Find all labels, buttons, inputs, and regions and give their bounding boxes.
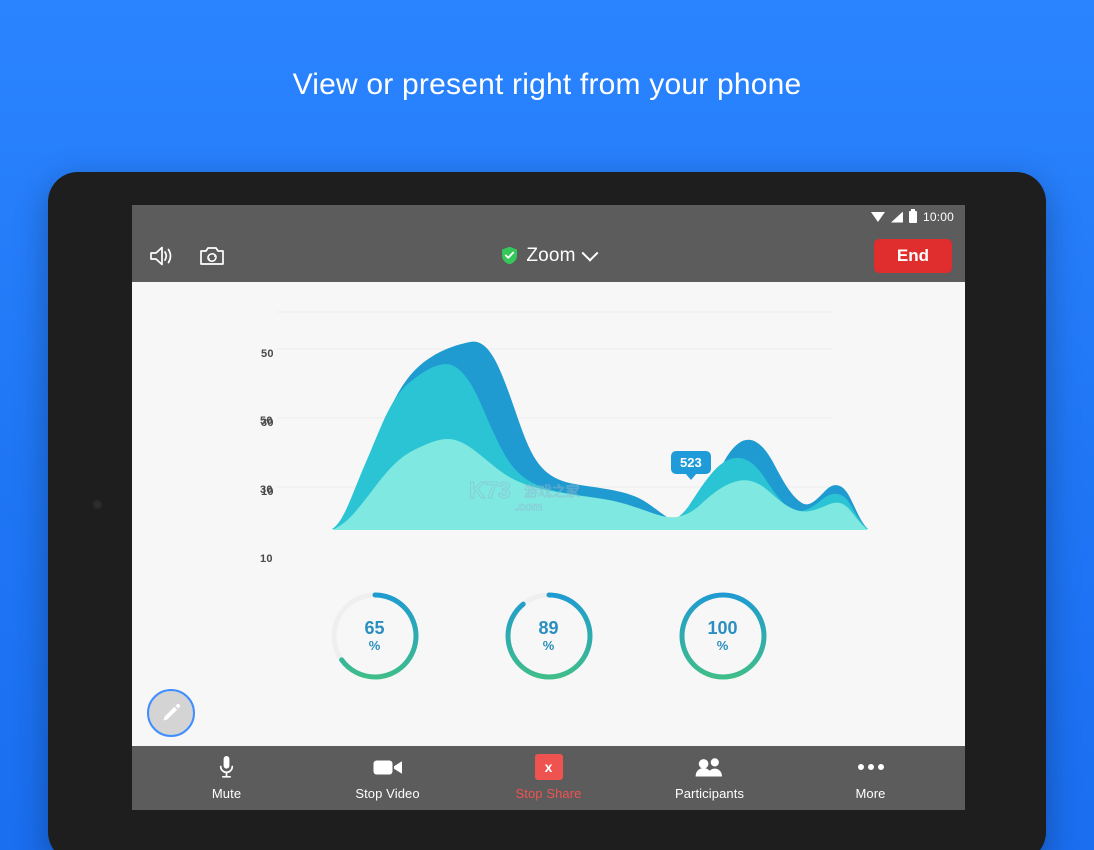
battery-icon xyxy=(908,209,917,223)
stop-share-icon: x xyxy=(534,754,563,780)
meeting-top-bar: Zoom End xyxy=(132,229,965,282)
toolbar-label: Participants xyxy=(674,786,745,801)
toolbar-item-stop-video[interactable]: Stop Video xyxy=(346,755,430,801)
area-chart: 50 30 10 xyxy=(132,282,965,565)
meeting-toolbar: Mute Stop Video x Stop Share Participant… xyxy=(132,746,965,810)
toolbar-label: More xyxy=(855,786,886,801)
gauge-value: 65 xyxy=(364,618,385,639)
microphone-icon xyxy=(218,755,235,779)
meeting-title-label: Zoom xyxy=(526,244,576,266)
tablet-device-frame: 10:00 Zoom End 50 30 10 50 30 10 K73 游戏之… xyxy=(48,172,1046,850)
y-axis-tick-10: 10 xyxy=(260,553,273,565)
gauge-unit: % xyxy=(542,637,555,653)
chevron-down-icon[interactable] xyxy=(581,244,599,262)
gauge-row: 65 % 89 % 100 % xyxy=(132,587,965,685)
area-series-light-aqua xyxy=(332,439,868,530)
gauge-100: 100 % xyxy=(674,587,772,685)
y-axis-label-50: 50 xyxy=(261,348,274,360)
end-meeting-button[interactable]: End xyxy=(873,238,952,273)
gauge-65: 65 % xyxy=(326,587,424,685)
gauge-value: 89 xyxy=(538,618,559,639)
toolbar-label: Mute xyxy=(211,786,242,801)
toolbar-label: Stop Share xyxy=(515,786,582,801)
gauge-unit: % xyxy=(368,637,381,653)
toolbar-item-mute[interactable]: Mute xyxy=(185,755,269,801)
shared-content-canvas: 50 30 10 50 30 10 K73 游戏之家 .com 523 65 %… xyxy=(132,282,965,746)
front-camera-dot xyxy=(92,499,103,510)
speaker-icon[interactable] xyxy=(145,241,177,271)
annotate-button[interactable] xyxy=(147,689,195,737)
toolbar-item-more[interactable]: More xyxy=(829,755,913,801)
switch-camera-icon[interactable] xyxy=(196,241,228,271)
toolbar-item-stop-share[interactable]: x Stop Share xyxy=(507,754,591,801)
toolbar-item-participants[interactable]: Participants xyxy=(668,755,752,801)
video-camera-icon xyxy=(373,755,403,779)
promo-headline: View or present right from your phone xyxy=(292,68,802,101)
shield-check-icon xyxy=(502,246,518,265)
y-axis-label-30: 30 xyxy=(261,417,274,429)
toolbar-label: Stop Video xyxy=(355,786,420,801)
meeting-title-group[interactable]: Zoom xyxy=(132,244,965,267)
status-bar-clock: 10:00 xyxy=(922,210,954,224)
area-chart-svg xyxy=(277,311,868,530)
cellular-signal-icon xyxy=(890,211,903,223)
more-dots-icon xyxy=(857,755,884,779)
gauge-unit: % xyxy=(716,637,729,653)
stop-share-badge: x xyxy=(534,754,563,780)
pencil-icon xyxy=(163,704,180,721)
tablet-screen: 10:00 Zoom End 50 30 10 50 30 10 K73 游戏之… xyxy=(132,205,965,810)
wifi-icon xyxy=(870,212,885,222)
gauge-value: 100 xyxy=(707,618,738,639)
status-bar: 10:00 xyxy=(132,205,965,229)
participants-icon xyxy=(695,755,725,779)
chart-value-tooltip: 523 xyxy=(671,451,711,480)
gauge-89: 89 % xyxy=(500,587,598,685)
y-axis-label-10: 10 xyxy=(261,486,274,498)
